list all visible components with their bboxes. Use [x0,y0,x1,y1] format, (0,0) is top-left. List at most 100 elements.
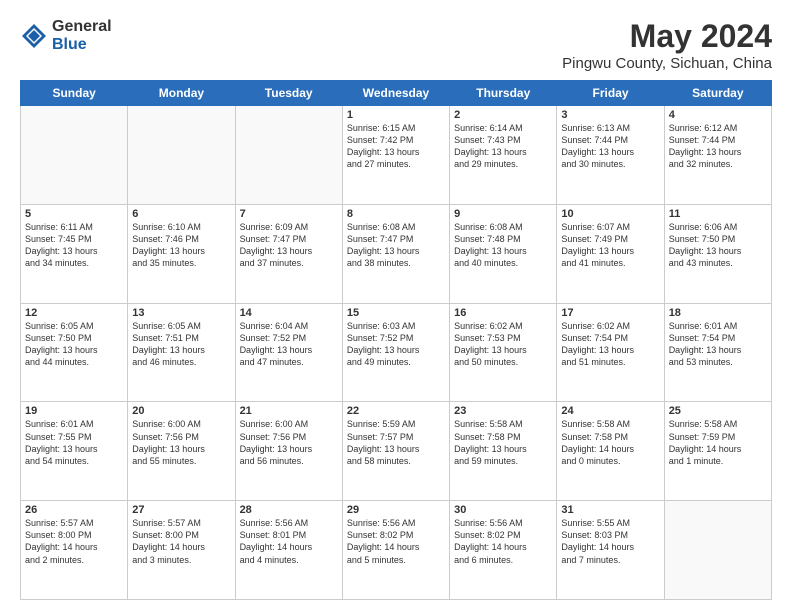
calendar-cell: 21Sunrise: 6:00 AMSunset: 7:56 PMDayligh… [235,402,342,501]
day-info: Sunrise: 6:10 AMSunset: 7:46 PMDaylight:… [132,221,230,270]
day-number: 5 [25,208,123,220]
calendar-cell [235,106,342,205]
logo: General Blue [20,18,112,53]
calendar-cell: 12Sunrise: 6:05 AMSunset: 7:50 PMDayligh… [21,303,128,402]
day-number: 29 [347,504,445,516]
subtitle: Pingwu County, Sichuan, China [562,55,772,72]
day-info: Sunrise: 5:56 AMSunset: 8:01 PMDaylight:… [240,517,338,566]
calendar-cell: 5Sunrise: 6:11 AMSunset: 7:45 PMDaylight… [21,204,128,303]
day-info: Sunrise: 6:08 AMSunset: 7:47 PMDaylight:… [347,221,445,270]
day-number: 2 [454,109,552,121]
calendar-cell: 8Sunrise: 6:08 AMSunset: 7:47 PMDaylight… [342,204,449,303]
day-info: Sunrise: 5:56 AMSunset: 8:02 PMDaylight:… [454,517,552,566]
calendar-cell: 4Sunrise: 6:12 AMSunset: 7:44 PMDaylight… [664,106,771,205]
day-info: Sunrise: 5:57 AMSunset: 8:00 PMDaylight:… [132,517,230,566]
day-header-saturday: Saturday [664,81,771,106]
calendar-cell: 30Sunrise: 5:56 AMSunset: 8:02 PMDayligh… [450,501,557,600]
day-info: Sunrise: 6:07 AMSunset: 7:49 PMDaylight:… [561,221,659,270]
calendar-cell: 31Sunrise: 5:55 AMSunset: 8:03 PMDayligh… [557,501,664,600]
day-info: Sunrise: 6:01 AMSunset: 7:54 PMDaylight:… [669,320,767,369]
calendar-cell: 24Sunrise: 5:58 AMSunset: 7:58 PMDayligh… [557,402,664,501]
day-header-wednesday: Wednesday [342,81,449,106]
week-row-4: 19Sunrise: 6:01 AMSunset: 7:55 PMDayligh… [21,402,772,501]
calendar-cell: 1Sunrise: 6:15 AMSunset: 7:42 PMDaylight… [342,106,449,205]
calendar-cell: 14Sunrise: 6:04 AMSunset: 7:52 PMDayligh… [235,303,342,402]
calendar-cell: 16Sunrise: 6:02 AMSunset: 7:53 PMDayligh… [450,303,557,402]
calendar-cell: 9Sunrise: 6:08 AMSunset: 7:48 PMDaylight… [450,204,557,303]
day-info: Sunrise: 6:12 AMSunset: 7:44 PMDaylight:… [669,122,767,171]
day-info: Sunrise: 5:58 AMSunset: 7:58 PMDaylight:… [454,418,552,467]
logo-icon [20,22,48,50]
calendar-cell [21,106,128,205]
day-number: 22 [347,405,445,417]
day-number: 15 [347,307,445,319]
day-number: 9 [454,208,552,220]
day-number: 4 [669,109,767,121]
calendar-table: SundayMondayTuesdayWednesdayThursdayFrid… [20,80,772,600]
day-info: Sunrise: 6:00 AMSunset: 7:56 PMDaylight:… [132,418,230,467]
day-number: 20 [132,405,230,417]
calendar-cell [664,501,771,600]
day-number: 24 [561,405,659,417]
calendar-cell: 18Sunrise: 6:01 AMSunset: 7:54 PMDayligh… [664,303,771,402]
calendar-cell: 22Sunrise: 5:59 AMSunset: 7:57 PMDayligh… [342,402,449,501]
day-number: 1 [347,109,445,121]
day-info: Sunrise: 6:05 AMSunset: 7:50 PMDaylight:… [25,320,123,369]
calendar-cell: 13Sunrise: 6:05 AMSunset: 7:51 PMDayligh… [128,303,235,402]
day-header-thursday: Thursday [450,81,557,106]
day-number: 30 [454,504,552,516]
day-info: Sunrise: 6:11 AMSunset: 7:45 PMDaylight:… [25,221,123,270]
day-info: Sunrise: 6:02 AMSunset: 7:54 PMDaylight:… [561,320,659,369]
page: General Blue May 2024 Pingwu County, Sic… [0,0,792,612]
day-number: 11 [669,208,767,220]
week-row-1: 1Sunrise: 6:15 AMSunset: 7:42 PMDaylight… [21,106,772,205]
day-info: Sunrise: 5:55 AMSunset: 8:03 PMDaylight:… [561,517,659,566]
day-number: 7 [240,208,338,220]
day-header-sunday: Sunday [21,81,128,106]
day-info: Sunrise: 6:00 AMSunset: 7:56 PMDaylight:… [240,418,338,467]
day-number: 12 [25,307,123,319]
day-info: Sunrise: 6:01 AMSunset: 7:55 PMDaylight:… [25,418,123,467]
logo-general-text: General [52,18,112,36]
day-header-tuesday: Tuesday [235,81,342,106]
calendar-cell: 11Sunrise: 6:06 AMSunset: 7:50 PMDayligh… [664,204,771,303]
day-number: 31 [561,504,659,516]
day-info: Sunrise: 5:58 AMSunset: 7:59 PMDaylight:… [669,418,767,467]
logo-blue-text: Blue [52,36,112,54]
calendar-cell: 3Sunrise: 6:13 AMSunset: 7:44 PMDaylight… [557,106,664,205]
day-number: 3 [561,109,659,121]
day-info: Sunrise: 6:09 AMSunset: 7:47 PMDaylight:… [240,221,338,270]
calendar-header-row: SundayMondayTuesdayWednesdayThursdayFrid… [21,81,772,106]
calendar-cell: 17Sunrise: 6:02 AMSunset: 7:54 PMDayligh… [557,303,664,402]
calendar-cell [128,106,235,205]
calendar-cell: 15Sunrise: 6:03 AMSunset: 7:52 PMDayligh… [342,303,449,402]
day-header-monday: Monday [128,81,235,106]
day-number: 8 [347,208,445,220]
day-number: 19 [25,405,123,417]
calendar-cell: 28Sunrise: 5:56 AMSunset: 8:01 PMDayligh… [235,501,342,600]
day-number: 14 [240,307,338,319]
day-info: Sunrise: 5:57 AMSunset: 8:00 PMDaylight:… [25,517,123,566]
day-info: Sunrise: 6:13 AMSunset: 7:44 PMDaylight:… [561,122,659,171]
day-info: Sunrise: 6:05 AMSunset: 7:51 PMDaylight:… [132,320,230,369]
header: General Blue May 2024 Pingwu County, Sic… [20,18,772,72]
day-number: 23 [454,405,552,417]
day-number: 10 [561,208,659,220]
day-number: 25 [669,405,767,417]
calendar-cell: 23Sunrise: 5:58 AMSunset: 7:58 PMDayligh… [450,402,557,501]
day-number: 6 [132,208,230,220]
day-number: 21 [240,405,338,417]
day-number: 16 [454,307,552,319]
calendar-cell: 29Sunrise: 5:56 AMSunset: 8:02 PMDayligh… [342,501,449,600]
calendar-cell: 2Sunrise: 6:14 AMSunset: 7:43 PMDaylight… [450,106,557,205]
week-row-2: 5Sunrise: 6:11 AMSunset: 7:45 PMDaylight… [21,204,772,303]
day-info: Sunrise: 6:14 AMSunset: 7:43 PMDaylight:… [454,122,552,171]
calendar-cell: 20Sunrise: 6:00 AMSunset: 7:56 PMDayligh… [128,402,235,501]
day-info: Sunrise: 6:04 AMSunset: 7:52 PMDaylight:… [240,320,338,369]
day-number: 17 [561,307,659,319]
week-row-5: 26Sunrise: 5:57 AMSunset: 8:00 PMDayligh… [21,501,772,600]
calendar-cell: 6Sunrise: 6:10 AMSunset: 7:46 PMDaylight… [128,204,235,303]
day-info: Sunrise: 6:03 AMSunset: 7:52 PMDaylight:… [347,320,445,369]
day-info: Sunrise: 6:02 AMSunset: 7:53 PMDaylight:… [454,320,552,369]
calendar-cell: 25Sunrise: 5:58 AMSunset: 7:59 PMDayligh… [664,402,771,501]
